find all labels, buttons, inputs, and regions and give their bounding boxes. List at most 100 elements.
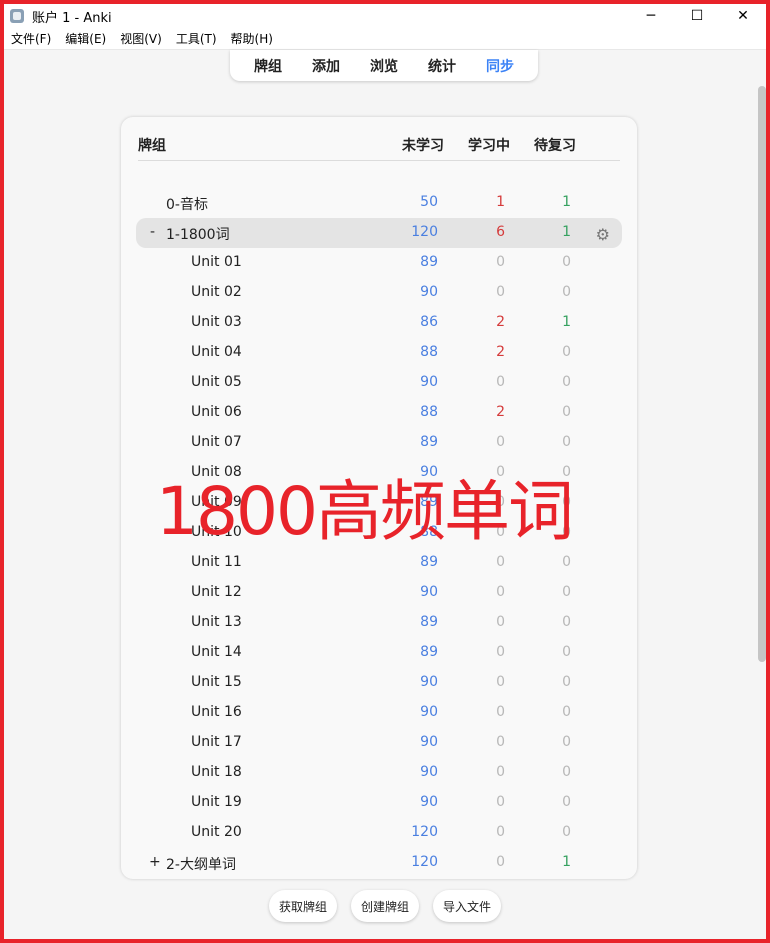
deck-name[interactable]: Unit 01 [191,254,242,270]
deck-name[interactable]: Unit 12 [191,584,242,600]
new-count: 90 [420,704,438,720]
collapse-toggle[interactable]: - [150,224,155,240]
deck-name[interactable]: Unit 07 [191,434,242,450]
new-count: 90 [420,794,438,810]
deck-name[interactable]: Unit 17 [191,734,242,750]
deck-row[interactable]: +2-大纲单词 120 0 1 [121,848,637,878]
create-deck-button[interactable]: 创建牌组 [350,890,419,922]
menu-bar: 文件(F) 编辑(E) 视图(V) 工具(T) 帮助(H) [4,28,766,50]
new-count: 89 [420,434,438,450]
deck-name[interactable]: 1-1800词 [166,224,230,244]
deck-name[interactable]: Unit 15 [191,674,242,690]
new-count: 90 [420,374,438,390]
gear-icon[interactable]: ⚙ [596,225,610,244]
deck-name[interactable]: Unit 02 [191,284,242,300]
learn-count: 2 [496,344,505,360]
menu-file[interactable]: 文件(F) [11,30,51,47]
menu-tools[interactable]: 工具(T) [176,30,217,47]
deck-row[interactable]: Unit 02 90 0 0 [121,278,637,308]
learn-count: 0 [496,254,505,270]
learn-count: 0 [496,554,505,570]
deck-row[interactable]: Unit 18 90 0 0 [121,758,637,788]
learn-count: 0 [496,674,505,690]
deck-row[interactable]: 0-音标 50 1 1 [121,188,637,218]
header-review: 待复习 [534,138,576,154]
expand-toggle[interactable]: + [149,854,161,870]
deck-row[interactable]: Unit 05 90 0 0 [121,368,637,398]
deck-row[interactable]: Unit 15 90 0 0 [121,668,637,698]
new-count: 90 [420,734,438,750]
deck-name[interactable]: Unit 18 [191,764,242,780]
scrollbar[interactable] [758,86,766,862]
deck-name[interactable]: Unit 11 [191,554,242,570]
deck-row[interactable]: Unit 16 90 0 0 [121,698,637,728]
deck-row[interactable]: Unit 04 88 2 0 [121,338,637,368]
tab-add[interactable]: 添加 [312,56,340,76]
new-count: 88 [420,344,438,360]
scrollbar-thumb[interactable] [758,86,766,662]
deck-row[interactable]: Unit 17 90 0 0 [121,728,637,758]
close-button[interactable]: ✕ [720,4,766,28]
deck-name[interactable]: Unit 13 [191,614,242,630]
deck-name[interactable]: Unit 06 [191,404,242,420]
deck-name[interactable]: Unit 04 [191,344,242,360]
review-count: 0 [562,254,571,270]
review-count: 0 [562,554,571,570]
deck-name[interactable]: 2-大纲单词 [166,854,236,874]
learn-count: 0 [496,824,505,840]
review-count: 0 [562,374,571,390]
deck-name[interactable]: Unit 14 [191,644,242,660]
deck-row[interactable]: Unit 03 86 2 1 [121,308,637,338]
window-controls: ─ ☐ ✕ [628,4,766,28]
anki-app-icon [10,9,24,23]
deck-row[interactable]: Unit 01 89 0 0 [121,248,637,278]
menu-help[interactable]: 帮助(H) [231,30,273,47]
deck-name[interactable]: Unit 05 [191,374,242,390]
deck-row[interactable]: Unit 14 89 0 0 [121,638,637,668]
deck-row[interactable]: Unit 20 120 0 0 [121,818,637,848]
review-count: 1 [562,194,571,210]
tab-browse[interactable]: 浏览 [370,56,398,76]
main-area: 牌组 添加 浏览 统计 同步 牌组 未学习 学习中 待复习 0-音标 50 1 1-1… [4,50,766,939]
deck-name[interactable]: Unit 19 [191,794,242,810]
deck-row[interactable]: Unit 06 88 2 0 [121,398,637,428]
deck-row[interactable]: Unit 13 89 0 0 [121,608,637,638]
header-new: 未学习 [402,138,444,154]
tab-sync[interactable]: 同步 [486,56,514,76]
learn-count: 2 [496,404,505,420]
new-count: 89 [420,644,438,660]
deck-row[interactable]: Unit 12 90 0 0 [121,578,637,608]
deck-row-current[interactable]: -1-1800词 120 6 1 ⚙ [136,218,622,248]
review-count: 0 [562,644,571,660]
tab-stats[interactable]: 统计 [428,56,456,76]
tab-decks[interactable]: 牌组 [254,56,282,76]
menu-view[interactable]: 视图(V) [120,30,162,47]
learn-count: 0 [496,854,505,870]
review-count: 0 [562,434,571,450]
maximize-button[interactable]: ☐ [674,4,720,28]
get-shared-decks-button[interactable]: 获取牌组 [268,890,337,922]
new-count: 90 [420,584,438,600]
learn-count: 0 [496,794,505,810]
deck-name[interactable]: 0-音标 [166,194,208,214]
deck-row[interactable]: Unit 19 90 0 0 [121,788,637,818]
deck-name[interactable]: Unit 20 [191,824,242,840]
learn-count: 0 [496,584,505,600]
review-count: 0 [562,734,571,750]
deck-table-header: 牌组 未学习 学习中 待复习 [138,117,620,161]
deck-row[interactable]: Unit 07 89 0 0 [121,428,637,458]
review-count: 0 [562,284,571,300]
review-count: 0 [562,704,571,720]
title-bar: 账户 1 - Anki ─ ☐ ✕ [4,4,766,28]
deck-name[interactable]: Unit 03 [191,314,242,330]
menu-edit[interactable]: 编辑(E) [65,30,106,47]
learn-count: 0 [496,764,505,780]
deck-name[interactable]: Unit 16 [191,704,242,720]
minimize-button[interactable]: ─ [628,4,674,28]
review-count: 0 [562,584,571,600]
top-toolbar: 牌组 添加 浏览 统计 同步 [230,50,538,81]
header-learn: 学习中 [468,138,510,154]
review-count: 0 [562,674,571,690]
learn-count: 2 [496,314,505,330]
import-file-button[interactable]: 导入文件 [433,890,502,922]
